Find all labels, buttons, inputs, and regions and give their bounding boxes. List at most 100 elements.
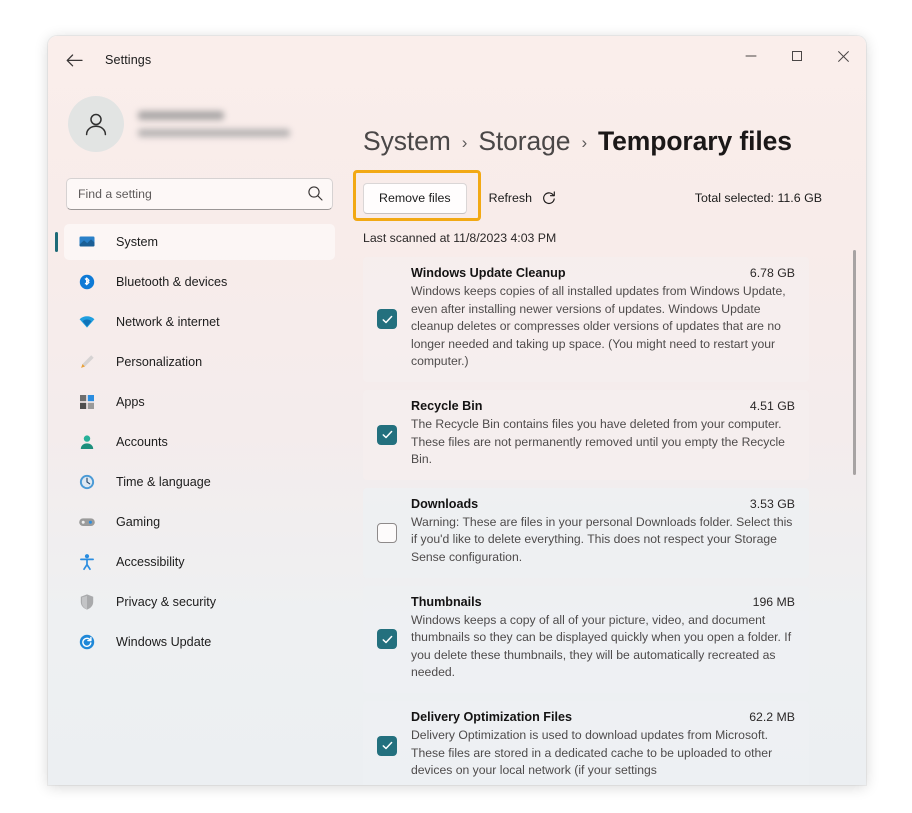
title-bar: Settings [48, 36, 866, 84]
last-scanned-label: Last scanned at 11/8/2023 4:03 PM [363, 231, 866, 245]
sidebar-item-label: Personalization [116, 355, 202, 369]
sidebar-item-apps[interactable]: Apps [64, 384, 335, 420]
table-row[interactable]: Downloads 3.53 GB Warning: These are fil… [363, 488, 809, 578]
row-header: Downloads 3.53 GB [411, 497, 795, 511]
file-name: Windows Update Cleanup [411, 266, 566, 280]
file-name: Thumbnails [411, 595, 482, 609]
chevron-right-icon: › [581, 133, 587, 153]
arrow-left-icon [66, 54, 83, 67]
main-content: System › Storage › Temporary files Remov… [351, 84, 866, 785]
monitor-icon [77, 232, 97, 252]
check-icon [381, 428, 394, 441]
sidebar: System Bluetooth & devices [48, 84, 351, 785]
total-selected-label: Total selected: 11.6 GB [695, 191, 822, 205]
file-size: 6.78 GB [750, 266, 795, 280]
file-size: 3.53 GB [750, 497, 795, 511]
table-row[interactable]: Recycle Bin 4.51 GB The Recycle Bin cont… [363, 390, 809, 480]
minimize-icon [745, 50, 757, 62]
sidebar-item-label: Network & internet [116, 315, 220, 329]
account-name-redacted [138, 111, 224, 120]
close-button[interactable] [820, 36, 866, 76]
sidebar-nav: System Bluetooth & devices [64, 224, 335, 660]
apps-grid-icon [77, 392, 97, 412]
file-checkbox[interactable] [377, 309, 397, 329]
chevron-right-icon: › [462, 133, 468, 153]
file-description: Delivery Optimization is used to downloa… [411, 727, 795, 780]
wifi-icon [77, 312, 97, 332]
account-email-redacted [138, 129, 290, 137]
row-header: Delivery Optimization Files 62.2 MB [411, 710, 795, 724]
file-checkbox[interactable] [377, 523, 397, 543]
check-icon [381, 633, 394, 646]
refresh-circle-icon [77, 632, 97, 652]
file-description: Windows keeps a copy of all of your pict… [411, 612, 795, 682]
maximize-button[interactable] [774, 36, 820, 76]
close-icon [837, 50, 850, 63]
sidebar-item-label: Apps [116, 395, 145, 409]
file-checkbox[interactable] [377, 425, 397, 445]
table-row[interactable]: Delivery Optimization Files 62.2 MB Deli… [363, 701, 809, 785]
window-controls [728, 36, 866, 76]
sidebar-item-label: Gaming [116, 515, 160, 529]
refresh-button[interactable]: Refresh [485, 183, 561, 214]
sidebar-item-time-language[interactable]: Time & language [64, 464, 335, 500]
sidebar-item-personalization[interactable]: Personalization [64, 344, 335, 380]
table-row[interactable]: Windows Update Cleanup 6.78 GB Windows k… [363, 257, 809, 382]
avatar [68, 96, 124, 152]
row-header: Recycle Bin 4.51 GB [411, 399, 795, 413]
breadcrumb-parent[interactable]: Storage [478, 126, 570, 157]
file-checkbox[interactable] [377, 629, 397, 649]
file-name: Downloads [411, 497, 478, 511]
sidebar-item-bluetooth-devices[interactable]: Bluetooth & devices [64, 264, 335, 300]
search-box[interactable] [66, 178, 333, 210]
file-checkbox[interactable] [377, 736, 397, 756]
person-icon [77, 432, 97, 452]
file-description: Warning: These are files in your persona… [411, 514, 795, 567]
search-input[interactable] [66, 178, 333, 210]
file-size: 4.51 GB [750, 399, 795, 413]
table-row[interactable]: Thumbnails 196 MB Windows keeps a copy o… [363, 586, 809, 693]
check-icon [381, 313, 394, 326]
breadcrumb-root[interactable]: System [363, 126, 451, 157]
refresh-label: Refresh [489, 191, 532, 205]
maximize-icon [791, 50, 803, 62]
sidebar-item-label: System [116, 235, 158, 249]
sidebar-item-gaming[interactable]: Gaming [64, 504, 335, 540]
file-size: 62.2 MB [749, 710, 795, 724]
account-text [138, 111, 290, 137]
scrollbar-thumb[interactable] [853, 250, 856, 475]
file-description: The Recycle Bin contains files you have … [411, 416, 795, 469]
account-summary[interactable] [64, 92, 335, 156]
sidebar-item-windows-update[interactable]: Windows Update [64, 624, 335, 660]
shield-icon [77, 592, 97, 612]
file-size: 196 MB [753, 595, 795, 609]
toolbar: Remove files Refresh Total selected: 11.… [363, 181, 866, 215]
gamepad-icon [77, 512, 97, 532]
sidebar-item-accessibility[interactable]: Accessibility [64, 544, 335, 580]
sidebar-item-label: Privacy & security [116, 595, 216, 609]
check-icon [381, 739, 394, 752]
sidebar-item-privacy-security[interactable]: Privacy & security [64, 584, 335, 620]
sidebar-item-label: Time & language [116, 475, 211, 489]
paintbrush-icon [77, 352, 97, 372]
sidebar-item-system[interactable]: System [64, 224, 335, 260]
accessibility-icon [77, 552, 97, 572]
sidebar-item-label: Accessibility [116, 555, 185, 569]
app-title: Settings [105, 53, 151, 67]
scrollbar[interactable] [850, 250, 860, 744]
person-icon [81, 109, 111, 139]
remove-files-button[interactable]: Remove files [363, 183, 467, 214]
sidebar-item-network-internet[interactable]: Network & internet [64, 304, 335, 340]
page-title: Temporary files [598, 126, 792, 157]
sidebar-item-label: Bluetooth & devices [116, 275, 227, 289]
minimize-button[interactable] [728, 36, 774, 76]
breadcrumb: System › Storage › Temporary files [363, 84, 866, 157]
back-button[interactable] [57, 45, 91, 75]
sidebar-item-accounts[interactable]: Accounts [64, 424, 335, 460]
temporary-files-list: Windows Update Cleanup 6.78 GB Windows k… [363, 257, 809, 785]
sidebar-item-label: Windows Update [116, 635, 211, 649]
file-name: Delivery Optimization Files [411, 710, 572, 724]
file-name: Recycle Bin [411, 399, 482, 413]
row-header: Thumbnails 196 MB [411, 595, 795, 609]
bluetooth-icon [77, 272, 97, 292]
